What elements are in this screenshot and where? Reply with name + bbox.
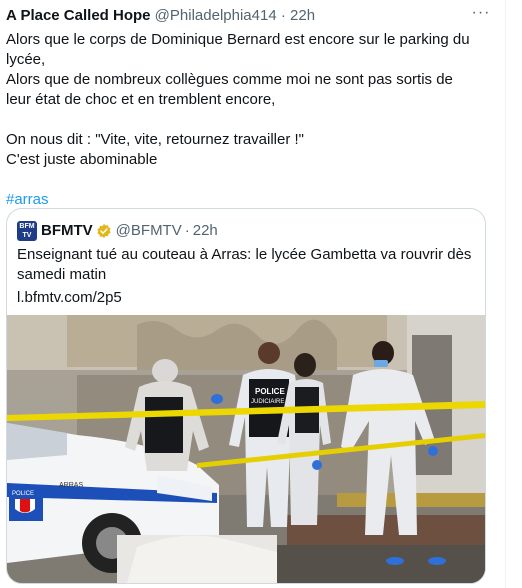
column-divider <box>505 0 506 588</box>
tweet-line-4: C'est juste abominable <box>6 151 158 168</box>
author-name[interactable]: A Place Called Hope <box>6 7 151 24</box>
quoted-tweet-header: BFM TV BFMTV @BFMTV · 22h <box>17 221 218 241</box>
avatar-text-top: BFM <box>19 223 35 230</box>
quoted-author-handle[interactable]: @BFMTV <box>116 221 182 241</box>
quoted-time[interactable]: 22h <box>193 221 218 241</box>
vest-police-text: POLICE <box>255 387 285 396</box>
news-photo-illustration: POLICE ARRAS POLICE JUDICIAIRE <box>7 315 485 583</box>
tweet-time[interactable]: 22h <box>290 7 315 24</box>
car-police-text: POLICE <box>12 491 34 497</box>
avatar-text-bottom: TV <box>22 232 32 239</box>
tweet-header: A Place Called Hope @Philadelphia414 · 2… <box>6 6 486 28</box>
vest-judiciaire-text: JUDICIAIRE <box>251 399 284 405</box>
separator-dot: · <box>184 222 190 239</box>
more-options-icon[interactable]: ··· <box>469 5 493 26</box>
avatar[interactable]: BFM TV <box>17 221 37 241</box>
tweet-line-1: Alors que le corps de Dominique Bernard … <box>6 31 470 68</box>
hashtag-link[interactable]: #arras <box>6 191 49 208</box>
tweet-card[interactable]: A Place Called Hope @Philadelphia414 · 2… <box>0 0 505 588</box>
tweet-line-3: On nous dit : "Vite, vite, retournez tra… <box>6 131 305 148</box>
news-photo[interactable]: POLICE ARRAS POLICE JUDICIAIRE <box>7 315 485 583</box>
quoted-link[interactable]: l.bfmtv.com/2p5 <box>17 288 122 308</box>
car-city-text: ARRAS <box>59 482 83 489</box>
separator-dot: · <box>280 7 286 24</box>
quoted-tweet-text: Enseignant tué au couteau à Arras: le ly… <box>17 246 472 283</box>
tweet-line-2: Alors que de nombreux collègues comme mo… <box>6 71 453 108</box>
verified-badge-icon <box>97 224 111 238</box>
tweet-text: Alors que le corps de Dominique Bernard … <box>6 30 481 210</box>
author-handle[interactable]: @Philadelphia414 <box>155 7 277 24</box>
quoted-author-name[interactable]: BFMTV <box>41 221 93 241</box>
quoted-tweet[interactable]: BFM TV BFMTV @BFMTV · 22h Enseignant tué… <box>6 208 486 584</box>
